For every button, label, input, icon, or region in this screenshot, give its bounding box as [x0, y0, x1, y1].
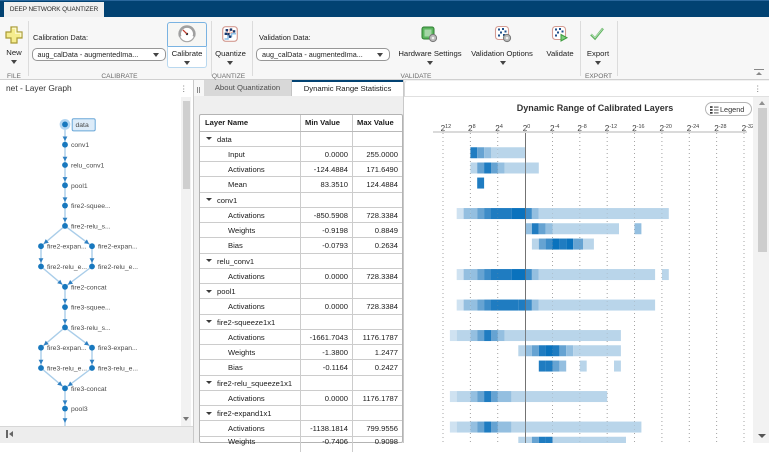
svg-text:pool3: pool3: [71, 406, 88, 413]
svg-text:fire2-relu_s...: fire2-relu_s...: [71, 223, 111, 230]
svg-text:fire3-relu_e...: fire3-relu_e...: [47, 366, 87, 373]
svg-text:fire2-squee...: fire2-squee...: [71, 203, 111, 210]
svg-text:fire2-relu_e...: fire2-relu_e...: [98, 264, 138, 271]
svg-text:data: data: [76, 122, 89, 129]
svg-text:fire3-relu_s...: fire3-relu_s...: [71, 325, 111, 332]
svg-text:fire2-concat: fire2-concat: [71, 284, 107, 291]
svg-text:conv1: conv1: [71, 142, 89, 149]
svg-text:fire2-expan...: fire2-expan...: [98, 244, 138, 251]
svg-text:fire3-concat: fire3-concat: [71, 386, 107, 393]
svg-text:fire3-expan...: fire3-expan...: [98, 345, 138, 352]
svg-text:fire2-expan...: fire2-expan...: [47, 244, 87, 251]
svg-text:fire3-squee...: fire3-squee...: [71, 305, 111, 312]
svg-text:fire2-relu_e...: fire2-relu_e...: [47, 264, 87, 271]
svg-text:fire3-expan...: fire3-expan...: [47, 345, 87, 352]
svg-text:fire3-relu_e...: fire3-relu_e...: [98, 366, 138, 373]
svg-text:pool1: pool1: [71, 183, 88, 190]
svg-text:relu_conv1: relu_conv1: [71, 163, 104, 170]
